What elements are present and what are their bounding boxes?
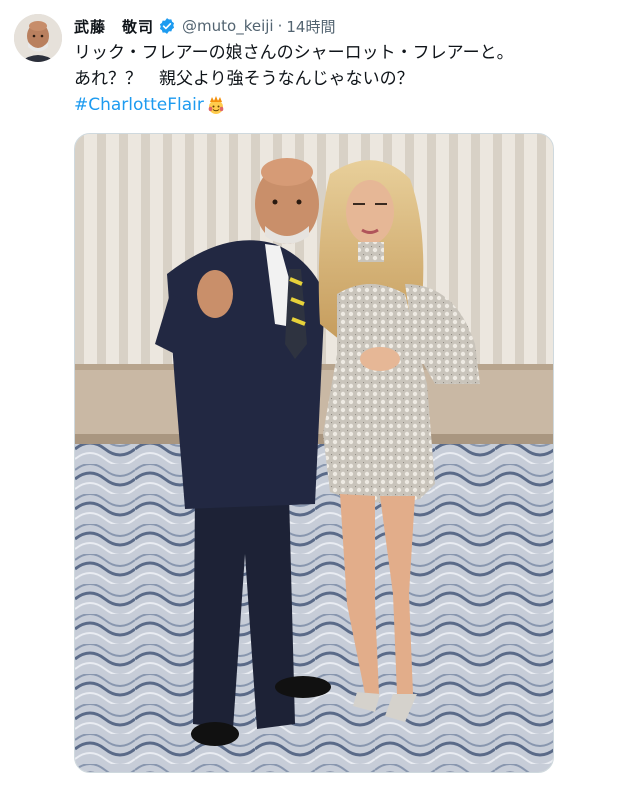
author-avatar[interactable]	[14, 14, 62, 62]
crowned-face-emoji-icon	[206, 95, 226, 115]
photo-man-in-suit-and-woman-in-sequin-dress-icon	[75, 134, 553, 772]
verified-badge-icon	[158, 17, 176, 35]
hashtag-link[interactable]: #CharlotteFlair	[74, 92, 204, 118]
author-display-name[interactable]: 武藤 敬司	[74, 16, 154, 37]
tweet-text: リック・フレアーの娘さんのシャーロット・フレアーと。 あれ？？ 親父より強そうな…	[74, 40, 614, 118]
tweet-photo[interactable]	[74, 133, 554, 773]
tweet-text-line: あれ？？ 親父より強そうなんじゃないの？	[74, 69, 414, 89]
tweet-header: 武藤 敬司 @muto_keiji · 14時間	[74, 14, 335, 38]
tweet-timestamp[interactable]: 14時間	[286, 16, 335, 37]
tweet-text-line: リック・フレアーの娘さんのシャーロット・フレアーと。	[74, 43, 514, 63]
author-handle[interactable]: @muto_keiji	[182, 17, 274, 35]
header-separator: ·	[277, 17, 283, 35]
tweet[interactable]: 武藤 敬司 @muto_keiji · 14時間 リック・フレアーの娘さんのシャ…	[0, 0, 631, 787]
bald-man-avatar-icon	[14, 14, 62, 62]
